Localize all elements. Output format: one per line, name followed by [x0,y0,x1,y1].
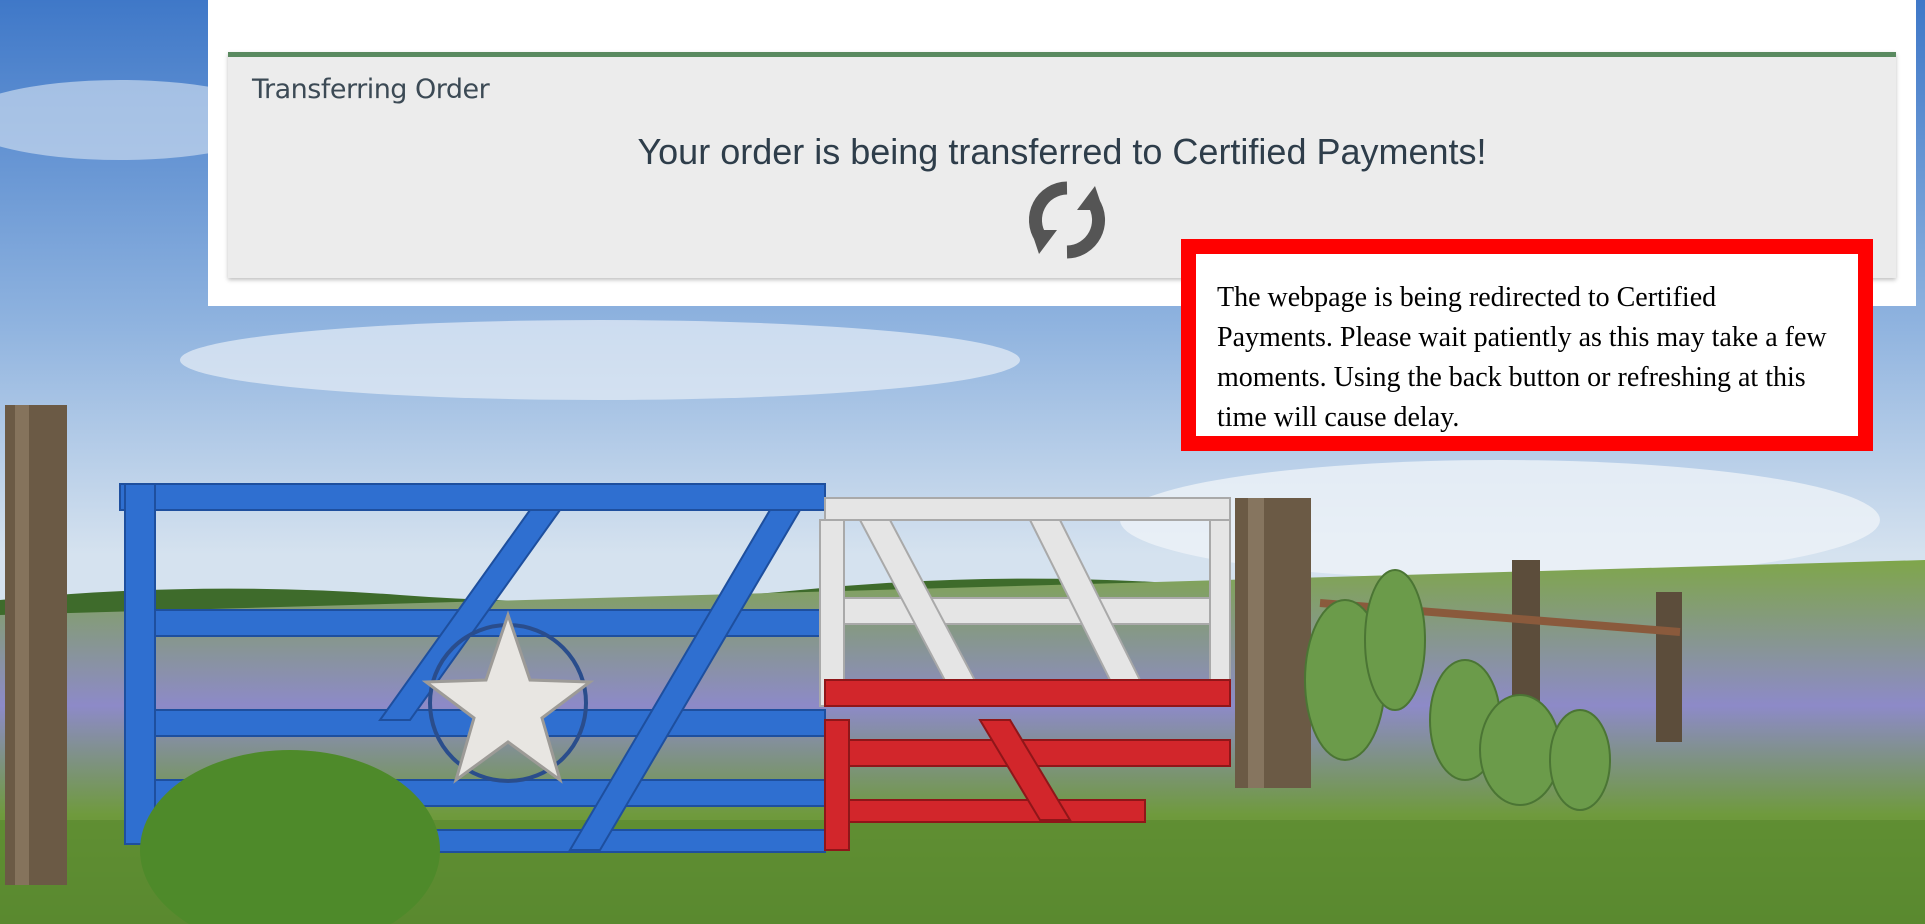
transfer-message: Your order is being transferred to Certi… [637,131,1487,172]
refresh-icon [1028,181,1106,259]
panel-title: Transferring Order [252,74,490,105]
redirect-notice: The webpage is being redirected to Certi… [1181,239,1873,451]
redirect-notice-text: The webpage is being redirected to Certi… [1217,282,1827,433]
